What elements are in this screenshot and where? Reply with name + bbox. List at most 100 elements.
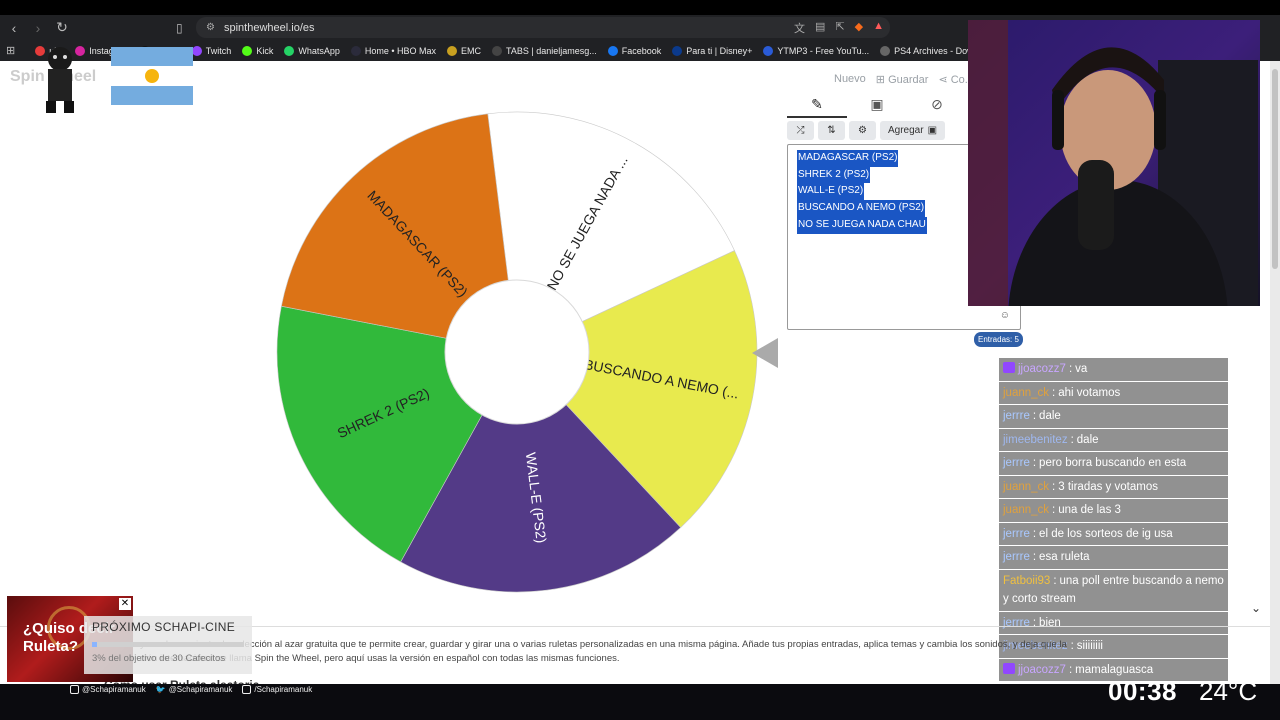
bookmark-item[interactable]: Twitch [191,45,231,56]
editor-tabs: ✎ ▣ ⊘ [787,96,967,118]
chat-username: juann_ck [1003,504,1050,516]
close-icon[interactable]: ✕ [119,598,131,610]
bookmark-favicon-icon [447,45,458,56]
chat-separator: : [1052,480,1056,493]
chat-separator: : [1032,410,1037,422]
goal-subtitle: 3% del objetivo de 30 Cafecitos [92,653,226,664]
bookmark-label: Para ti | Disney+ [686,45,753,56]
url-text: spinthewheel.io/es [224,21,315,34]
stream-temperature: 24°C [1199,676,1258,706]
add-label: Agregar [888,125,924,136]
bookmark-label: TABS | danieljamesg... [506,45,597,56]
bookmark-item[interactable]: Para ti | Disney+ [672,45,753,56]
omnibox[interactable]: ⚙ spinthewheel.io/es 文 ▤ ⇱ ◆ ▲ [196,17,890,38]
instagram-handle: @Schapiramanuk [70,684,146,694]
rewards-icon[interactable]: ▲ [873,20,884,36]
save-label: Guardar [888,74,929,86]
bookmark-favicon-icon [763,45,774,56]
brave-shield-icon[interactable]: ◆ [855,20,863,36]
save-button[interactable]: ⊞ Guardar [876,73,929,86]
chat-separator: : [1032,527,1037,540]
chat-message: jimeebenitez: dale [999,428,1228,451]
edit-tab-pencil-icon[interactable]: ✎ [787,96,847,118]
chat-username: juann_ck [1003,480,1050,493]
chat-message: Fatboii93: una poll entre buscando a nemo… [999,569,1228,611]
bookmark-label: Home • HBO Max [364,45,437,56]
chat-text: esa ruleta [1039,551,1090,563]
chat-username: jerrre [1003,551,1030,563]
reload-icon[interactable]: ↻ [52,19,72,36]
bookmark-favicon-icon [607,45,618,56]
twitter-text: @Schapiramanuk [168,684,233,694]
share-icon[interactable]: ⇱ [835,20,844,36]
wheel-actions: Nuevo ⊞ Guardar ⋖ Co... [834,73,974,86]
entries-count-badge: Entradas: 5 [974,332,1023,347]
chat-username: jjoacozz7 [1018,363,1066,375]
add-image-button[interactable]: Agregar ▣ [880,121,946,140]
back-icon[interactable]: ‹ [4,20,24,36]
bookmark-favicon-icon [880,45,891,56]
site-info-icon[interactable]: ⚙ [206,22,224,33]
page-description: y una herramienta de selección al azar g… [140,638,1200,666]
chat-text: una de las 3 [1058,504,1121,516]
twitter-handle: 🐦 @Schapiramanuk [156,685,233,694]
wheel-center-hub[interactable] [444,279,590,425]
twitter-icon: 🐦 [155,684,166,694]
sort-icon[interactable]: ⇅ [818,121,845,140]
chat-message: jerrre: esa ruleta [999,546,1228,569]
chat-message: jerrre: dale [999,405,1228,428]
translate-icon[interactable]: 文 [794,20,805,36]
bookmark-item[interactable]: Home • HBO Max [350,45,437,56]
bookmark-page-icon[interactable]: ▯ [176,21,183,35]
forward-icon[interactable]: › [28,20,48,36]
chevron-down-icon[interactable]: ⌄ [1251,601,1261,615]
bookmark-label: Kick [256,45,274,56]
spin-wheel[interactable]: NO SE JUEGA NADA ...BUSCANDO A NEMO (...… [276,111,758,593]
chat-separator: : [1070,433,1074,446]
instagram-text: @Schapiramanuk [82,684,146,694]
facebook-icon [242,684,252,694]
chat-separator: : [1052,386,1056,399]
bookmark-item[interactable]: Facebook [607,45,661,56]
entry-line: BUSCANDO A NEMO (PS2) [797,200,926,217]
bookmark-item[interactable]: EMC [447,45,482,56]
bookmark-favicon-icon [191,45,202,56]
reader-mode-icon[interactable]: ▤ [815,20,825,36]
chat-overlay: jjoacozz7: va juann_ck: ahi votamos jerrre: d… [999,358,1228,682]
bookmark-item[interactable]: WhatsApp [284,45,340,56]
goal-title: PRÓXIMO SCHAPI-CINE [92,620,236,634]
chat-username: jerrre [1003,527,1030,540]
chat-text: 3 tiradas y votamos [1058,480,1158,493]
chat-separator: : [1032,551,1037,563]
chat-message: juann_ck: una de las 3 [999,499,1228,522]
wheel-pointer-icon [752,338,778,368]
apps-icon[interactable]: ⊞ [6,44,15,57]
social-handles: @Schapiramanuk 🐦 @Schapiramanuk /Schapira… [70,684,312,694]
new-button[interactable]: Nuevo [834,73,866,86]
entry-line: NO SE JUEGA NADA CHAU [797,216,927,234]
browser-tab-strip [0,0,1280,15]
page-scrollbar[interactable] [1270,61,1280,685]
bookmark-favicon-icon [492,45,503,56]
bookmark-item[interactable]: Kick [242,45,274,56]
chat-message: jerrre: pero borra buscando en esta [999,452,1228,475]
entry-line: SHREK 2 (PS2) [797,166,871,184]
bookmark-favicon-icon [242,45,253,56]
goal-progress-bar [92,642,244,647]
bookmark-item[interactable]: TABS | danieljamesg... [492,45,597,56]
shuffle-icon[interactable]: ⤮ [787,121,814,140]
bookmark-item[interactable]: YTMP3 - Free YouTu... [763,45,869,56]
hide-tab-eye-off-icon[interactable]: ⊘ [907,96,967,118]
bookmark-label: EMC [461,45,482,56]
instagram-icon [70,684,79,694]
stream-clock: 00:38 [1108,676,1177,706]
bookmark-favicon-icon [284,45,295,56]
settings-icon[interactable]: ⚙ [849,121,876,140]
description-line-2: ción internacional se llama Spin the Whe… [140,653,620,664]
emoji-icon[interactable]: ☺ [1000,310,1010,321]
chat-username: jerrre [1003,410,1030,422]
chat-separator: : [1032,457,1037,469]
results-tab-clipboard-icon[interactable]: ▣ [847,96,907,118]
image-icon: ▣ [927,125,938,136]
bookmark-item[interactable]: PS4 Archives - Dow... [880,45,981,56]
